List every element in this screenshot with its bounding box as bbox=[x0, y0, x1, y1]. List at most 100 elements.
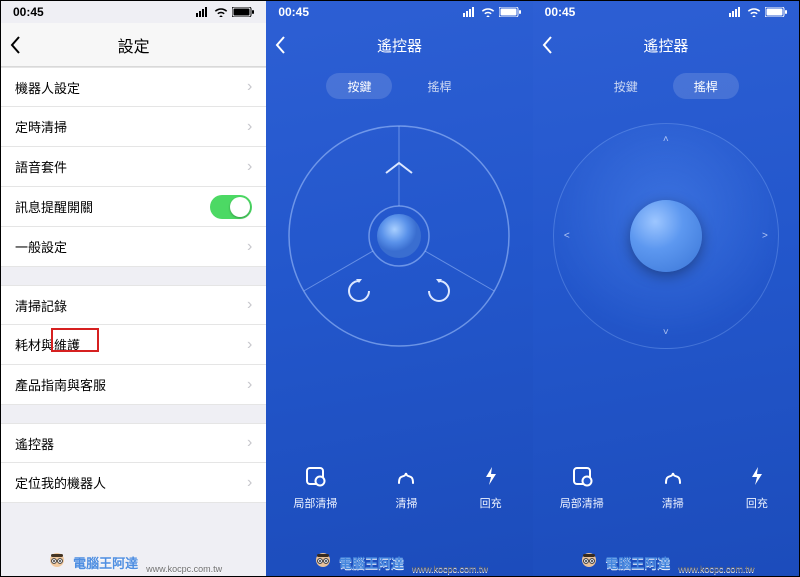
chevron-right-icon: › bbox=[247, 158, 252, 176]
row-consumables[interactable]: 耗材與維護 › bbox=[1, 325, 266, 365]
chevron-right-icon: › bbox=[247, 474, 252, 492]
action-spot-clean[interactable]: 局部清掃 bbox=[560, 461, 604, 511]
dpad-center-button[interactable] bbox=[377, 214, 421, 258]
joystick-disc[interactable]: ˄ ˅ ˂ ˃ bbox=[553, 123, 779, 349]
row-label: 遙控器 bbox=[15, 434, 54, 453]
remote-panel-joystick: 00:45 遙控器 按鍵 搖桿 ˄ ˅ ˂ ˃ bbox=[533, 1, 799, 576]
status-bar: 00:45 bbox=[1, 1, 266, 23]
action-label: 局部清掃 bbox=[560, 498, 604, 510]
clean-icon bbox=[391, 461, 421, 491]
status-icons bbox=[463, 7, 521, 17]
joystick-control[interactable]: ˄ ˅ ˂ ˃ bbox=[553, 123, 779, 349]
action-dock[interactable]: 回充 bbox=[476, 461, 506, 511]
remote-header: 遙控器 bbox=[533, 23, 799, 67]
action-bar: 局部清掃 清掃 回充 bbox=[266, 461, 532, 511]
remote-title: 遙控器 bbox=[643, 35, 688, 56]
row-label: 清掃記錄 bbox=[15, 296, 67, 315]
status-icons bbox=[196, 7, 254, 17]
status-time: 00:45 bbox=[545, 5, 576, 19]
arrow-left-icon: ˂ bbox=[564, 231, 570, 242]
watermark-text: 電腦王阿達 bbox=[339, 553, 404, 572]
tab-buttons[interactable]: 按鍵 bbox=[593, 73, 659, 99]
mascot-icon bbox=[45, 550, 69, 574]
status-time: 00:45 bbox=[13, 5, 44, 19]
row-label: 產品指南與客服 bbox=[15, 375, 106, 394]
dpad-control bbox=[286, 123, 512, 349]
row-notification-toggle[interactable]: 訊息提醒開關 bbox=[1, 187, 266, 227]
settings-panel: 00:45 設定 機器人設定 › 定時清掃 › 語音套件 bbox=[1, 1, 266, 576]
charge-icon bbox=[476, 461, 506, 491]
arrow-down-icon: ˅ bbox=[663, 327, 669, 338]
watermark: 電腦王阿達 www.kocpc.com.tw bbox=[266, 550, 532, 574]
watermark-url: www.kocpc.com.tw bbox=[146, 564, 222, 574]
chevron-right-icon: › bbox=[247, 434, 252, 452]
settings-group-3: 遙控器 › 定位我的機器人 › bbox=[1, 423, 266, 503]
settings-group-1: 機器人設定 › 定時清掃 › 語音套件 › 訊息提醒開關 一般設定 › bbox=[1, 67, 266, 267]
status-bar: 00:45 bbox=[266, 1, 532, 23]
watermark-url: www.kocpc.com.tw bbox=[678, 564, 754, 574]
watermark: 電腦王阿達 www.kocpc.com.tw bbox=[533, 550, 799, 574]
action-label: 局部清掃 bbox=[293, 498, 337, 510]
clean-icon bbox=[658, 461, 688, 491]
action-clean[interactable]: 清掃 bbox=[658, 461, 688, 511]
action-label: 清掃 bbox=[395, 498, 417, 510]
settings-group-2: 清掃記錄 › 耗材與維護 › 產品指南與客服 › bbox=[1, 285, 266, 405]
row-label: 定時清掃 bbox=[15, 117, 67, 136]
back-button[interactable] bbox=[274, 35, 286, 55]
row-scheduled-clean[interactable]: 定時清掃 › bbox=[1, 107, 266, 147]
action-label: 回充 bbox=[746, 498, 768, 510]
watermark: 電腦王阿達 www.kocpc.com.tw bbox=[1, 550, 266, 574]
settings-title: 設定 bbox=[118, 33, 150, 57]
row-robot-settings[interactable]: 機器人設定 › bbox=[1, 67, 266, 107]
status-icons bbox=[729, 7, 787, 17]
watermark-text: 電腦王阿達 bbox=[73, 553, 138, 572]
settings-header: 設定 bbox=[1, 23, 266, 67]
status-time: 00:45 bbox=[278, 5, 309, 19]
chevron-right-icon: › bbox=[247, 118, 252, 136]
row-label: 一般設定 bbox=[15, 237, 67, 256]
row-voice-pack[interactable]: 語音套件 › bbox=[1, 147, 266, 187]
mode-segmented-control: 按鍵 搖桿 bbox=[533, 73, 799, 99]
status-bar: 00:45 bbox=[533, 1, 799, 23]
action-spot-clean[interactable]: 局部清掃 bbox=[293, 461, 337, 511]
remote-header: 遙控器 bbox=[266, 23, 532, 67]
back-button[interactable] bbox=[9, 35, 21, 55]
arrow-up-icon: ˄ bbox=[663, 134, 669, 145]
chevron-right-icon: › bbox=[247, 296, 252, 314]
watermark-url: www.kocpc.com.tw bbox=[412, 564, 488, 574]
row-label: 機器人設定 bbox=[15, 78, 80, 97]
tab-buttons[interactable]: 按鍵 bbox=[326, 73, 392, 99]
tab-joystick[interactable]: 搖桿 bbox=[673, 73, 739, 99]
arrow-right-icon: ˃ bbox=[762, 231, 768, 242]
action-clean[interactable]: 清掃 bbox=[391, 461, 421, 511]
row-support[interactable]: 產品指南與客服 › bbox=[1, 365, 266, 405]
row-remote-control[interactable]: 遙控器 › bbox=[1, 423, 266, 463]
tab-joystick[interactable]: 搖桿 bbox=[406, 73, 472, 99]
chevron-right-icon: › bbox=[247, 78, 252, 96]
row-label: 訊息提醒開關 bbox=[15, 197, 93, 216]
mascot-icon bbox=[311, 550, 335, 574]
spot-clean-icon bbox=[300, 461, 330, 491]
toggle-switch-on[interactable] bbox=[210, 195, 252, 219]
mascot-icon bbox=[577, 550, 601, 574]
chevron-right-icon: › bbox=[247, 336, 252, 354]
mode-segmented-control: 按鍵 搖桿 bbox=[266, 73, 532, 99]
chevron-right-icon: › bbox=[247, 238, 252, 256]
back-button[interactable] bbox=[541, 35, 553, 55]
action-label: 回充 bbox=[480, 498, 502, 510]
action-bar: 局部清掃 清掃 回充 bbox=[533, 461, 799, 511]
row-general-settings[interactable]: 一般設定 › bbox=[1, 227, 266, 267]
watermark-text: 電腦王阿達 bbox=[605, 553, 670, 572]
remote-panel-buttons: 00:45 遙控器 按鍵 搖桿 bbox=[266, 1, 532, 576]
spot-clean-icon bbox=[567, 461, 597, 491]
action-dock[interactable]: 回充 bbox=[742, 461, 772, 511]
remote-title: 遙控器 bbox=[377, 35, 422, 56]
chevron-right-icon: › bbox=[247, 376, 252, 394]
row-cleaning-log[interactable]: 清掃記錄 › bbox=[1, 285, 266, 325]
joystick-knob[interactable] bbox=[630, 200, 702, 272]
row-locate-robot[interactable]: 定位我的機器人 › bbox=[1, 463, 266, 503]
row-label: 定位我的機器人 bbox=[15, 473, 106, 492]
row-label: 語音套件 bbox=[15, 157, 67, 176]
action-label: 清掃 bbox=[662, 498, 684, 510]
charge-icon bbox=[742, 461, 772, 491]
